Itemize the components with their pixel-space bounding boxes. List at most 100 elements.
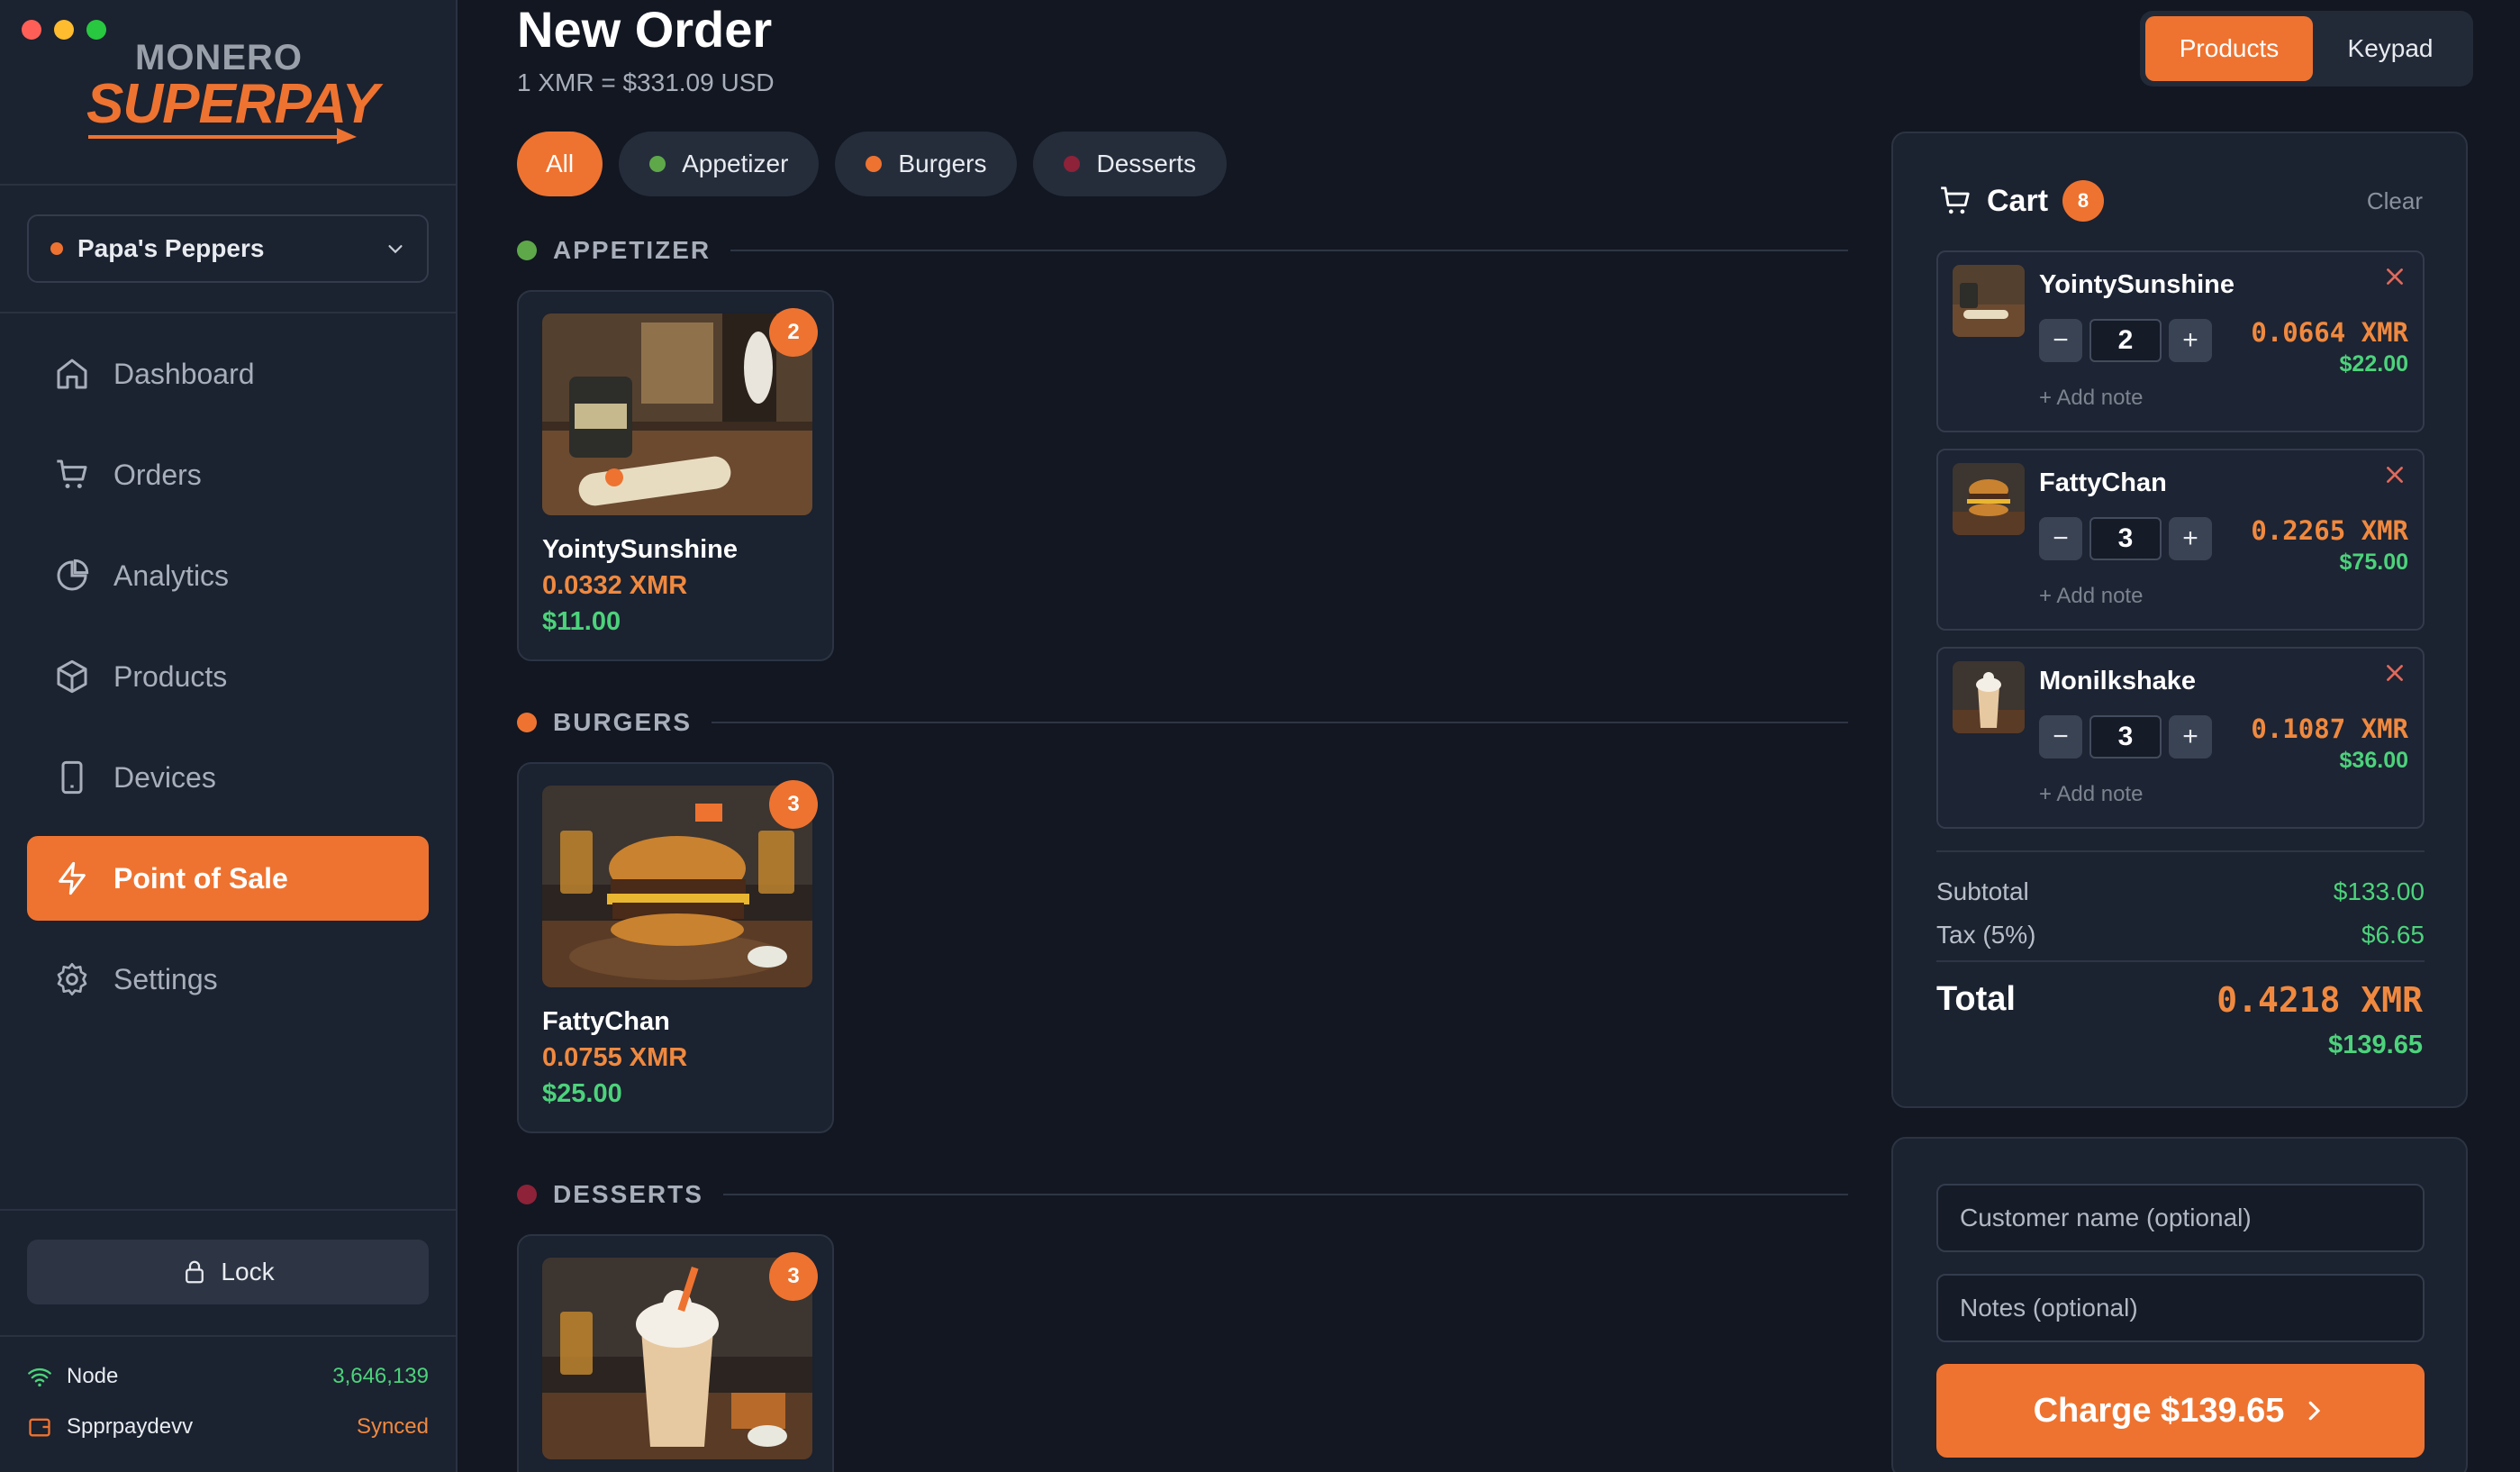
section-title: APPETIZER bbox=[553, 236, 712, 264]
decrease-quantity-button[interactable]: − bbox=[2039, 715, 2082, 759]
quantity-input[interactable]: 3 bbox=[2089, 715, 2162, 759]
total-label: Total bbox=[1936, 980, 2016, 1018]
category-dot bbox=[517, 241, 537, 260]
clear-cart-button[interactable]: Clear bbox=[2367, 187, 2423, 215]
lock-label: Lock bbox=[221, 1258, 275, 1286]
product-price-xmr: 0.0755 XMR bbox=[542, 1043, 688, 1072]
nav-item-dashboard[interactable]: Dashboard bbox=[27, 332, 429, 416]
store-selector[interactable]: Papa's Peppers bbox=[27, 214, 429, 283]
section-title: DESSERTS bbox=[553, 1180, 703, 1208]
store-status-dot bbox=[50, 242, 63, 255]
charge-label: Charge $139.65 bbox=[2033, 1391, 2285, 1430]
cart-panel: Cart 8 Clear YointySunshine − 2 + 0.0664… bbox=[1891, 132, 2468, 1108]
nav-label: Settings bbox=[113, 962, 218, 995]
remove-item-icon[interactable] bbox=[2383, 661, 2407, 685]
cart-item-price-xmr: 0.1087 XMR bbox=[2251, 713, 2408, 744]
decrease-quantity-button[interactable]: − bbox=[2039, 319, 2082, 362]
filter-burgers[interactable]: Burgers bbox=[835, 132, 1018, 196]
increase-quantity-button[interactable]: + bbox=[2169, 319, 2212, 362]
total-xmr: 0.4218 XMR bbox=[2216, 980, 2423, 1020]
subtotal-value: $133.00 bbox=[2333, 877, 2425, 905]
cart-quantity-badge: 3 bbox=[769, 1252, 818, 1301]
section-title: BURGERS bbox=[553, 708, 693, 736]
nav-label: Analytics bbox=[113, 559, 230, 592]
category-dot bbox=[517, 1185, 537, 1204]
nav-item-orders[interactable]: Orders bbox=[27, 432, 429, 517]
filter-label: Appetizer bbox=[682, 150, 789, 177]
pie-chart-icon bbox=[57, 559, 89, 591]
add-note-link[interactable]: + Add note bbox=[2039, 782, 2143, 807]
nav-label: Devices bbox=[113, 760, 216, 794]
cart-item-price-usd: $22.00 bbox=[2339, 351, 2408, 377]
cart-count-badge: 8 bbox=[2062, 180, 2105, 222]
lock-icon bbox=[186, 1260, 204, 1284]
minimize-window-button[interactable] bbox=[54, 20, 74, 40]
wallet-status: Spprpaydevv Synced bbox=[27, 1414, 429, 1440]
nav-item-settings[interactable]: Settings bbox=[27, 937, 429, 1022]
divider bbox=[0, 1209, 456, 1211]
product-name: YointySunshine bbox=[542, 535, 738, 564]
product-price-usd: $25.00 bbox=[542, 1079, 622, 1108]
node-height: 3,646,139 bbox=[332, 1364, 429, 1388]
filter-desserts[interactable]: Desserts bbox=[1033, 132, 1227, 196]
product-card-monilkshake[interactable]: 3 bbox=[517, 1234, 834, 1472]
customer-name-input[interactable] bbox=[1936, 1184, 2425, 1252]
cart-title: Cart bbox=[1987, 183, 2049, 218]
subtotal-row: Subtotal $133.00 bbox=[1936, 877, 2425, 906]
mode-toggle: Products Keypad bbox=[2140, 11, 2473, 86]
filter-appetizer[interactable]: Appetizer bbox=[619, 132, 820, 196]
section-divider bbox=[722, 1194, 1848, 1195]
store-name: Papa's Peppers bbox=[77, 234, 265, 262]
filter-all[interactable]: All bbox=[517, 132, 603, 196]
nav-item-products[interactable]: Products bbox=[27, 634, 429, 719]
quantity-input[interactable]: 2 bbox=[2089, 319, 2162, 362]
product-card-fattychan[interactable]: 3 FattyChan 0.0755 XMR $25.00 bbox=[517, 762, 834, 1133]
cart-item-thumbnail bbox=[1953, 265, 2025, 337]
chevron-right-icon bbox=[2309, 1401, 2321, 1421]
filter-label: Desserts bbox=[1096, 150, 1196, 177]
remove-item-icon[interactable] bbox=[2383, 463, 2407, 486]
logo-arrow-icon bbox=[88, 128, 357, 144]
nav-label: Orders bbox=[113, 458, 202, 491]
wallet-sync-status: Synced bbox=[356, 1414, 429, 1439]
cart-item: Monilkshake − 3 + 0.1087 XMR $36.00 + Ad… bbox=[1936, 647, 2425, 829]
increase-quantity-button[interactable]: + bbox=[2169, 715, 2212, 759]
nav-label: Products bbox=[113, 659, 228, 693]
remove-item-icon[interactable] bbox=[2383, 265, 2407, 288]
quantity-input[interactable]: 3 bbox=[2089, 517, 2162, 560]
filter-label: All bbox=[546, 150, 575, 177]
products-mode-button[interactable]: Products bbox=[2145, 16, 2313, 81]
charge-button[interactable]: Charge $139.65 bbox=[1936, 1364, 2425, 1458]
close-window-button[interactable] bbox=[22, 20, 41, 40]
nav-label: Point of Sale bbox=[113, 861, 288, 895]
brand-logo: MONERO SUPERPAY bbox=[86, 36, 379, 144]
nav-item-devices[interactable]: Devices bbox=[27, 735, 429, 820]
add-note-link[interactable]: + Add note bbox=[2039, 386, 2143, 411]
category-dot bbox=[866, 156, 883, 172]
cart-item-thumbnail bbox=[1953, 463, 2025, 535]
page-title: New Order bbox=[517, 1, 773, 58]
tax-row: Tax (5%) $6.65 bbox=[1936, 921, 2425, 950]
main-nav: Dashboard Orders Analytics Products Devi… bbox=[27, 332, 429, 1038]
increase-quantity-button[interactable]: + bbox=[2169, 517, 2212, 560]
section-divider bbox=[712, 722, 1848, 723]
category-dot bbox=[517, 713, 537, 732]
cart-quantity-badge: 2 bbox=[769, 308, 818, 357]
cart-icon bbox=[57, 459, 87, 488]
home-icon bbox=[57, 359, 87, 389]
nav-item-analytics[interactable]: Analytics bbox=[27, 533, 429, 618]
checkout-panel: Charge $139.65 bbox=[1891, 1137, 2468, 1472]
wallet-name: Spprpaydevv bbox=[67, 1414, 194, 1439]
filter-label: Burgers bbox=[898, 150, 987, 177]
nav-item-point-of-sale[interactable]: Point of Sale bbox=[27, 836, 429, 921]
decrease-quantity-button[interactable]: − bbox=[2039, 517, 2082, 560]
cart-header: Cart 8 bbox=[1938, 180, 2105, 222]
sidebar: MONERO SUPERPAY Papa's Peppers Dashboard… bbox=[0, 0, 458, 1472]
quantity-stepper: − 2 + bbox=[2039, 319, 2212, 362]
add-note-link[interactable]: + Add note bbox=[2039, 584, 2143, 609]
lock-button[interactable]: Lock bbox=[27, 1240, 429, 1304]
cart-item-price-xmr: 0.2265 XMR bbox=[2251, 515, 2408, 546]
product-card-yointysunshine[interactable]: 2 YointySunshine 0.0332 XMR $11.00 bbox=[517, 290, 834, 661]
keypad-mode-button[interactable]: Keypad bbox=[2313, 16, 2468, 81]
order-notes-input[interactable] bbox=[1936, 1274, 2425, 1342]
